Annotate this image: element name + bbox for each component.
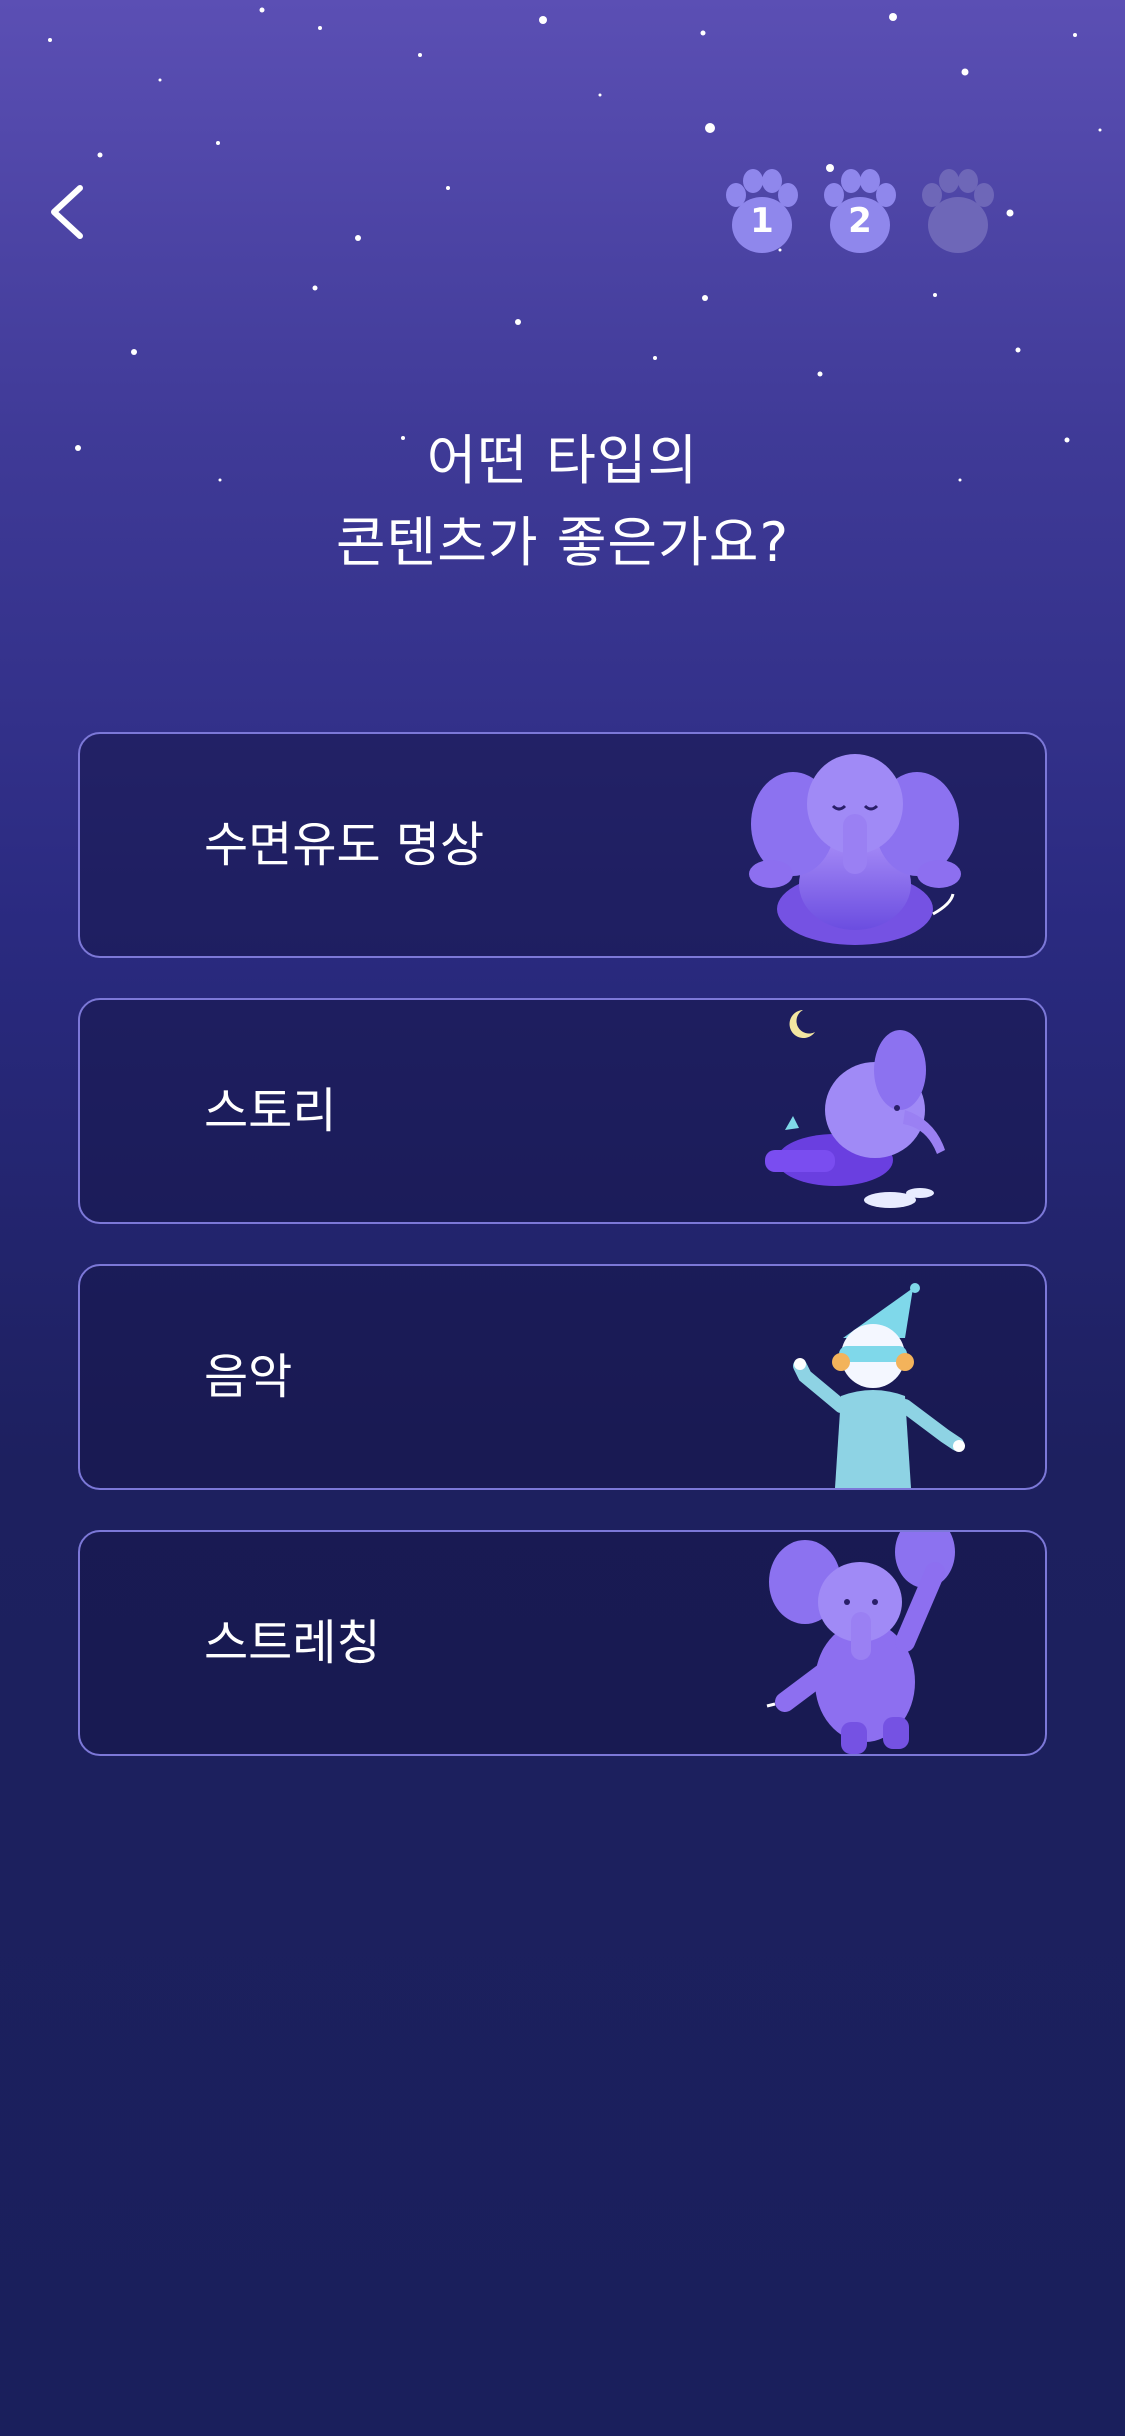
option-label: 스토리 <box>204 1083 337 1139</box>
option-label: 수면유도 명상 <box>204 817 485 873</box>
chevron-left-icon <box>51 185 83 239</box>
question-title: 어떤 타입의 콘텐츠가 좋은가요? <box>0 420 1125 584</box>
option-meditation[interactable]: 수면유도 명상 <box>78 732 1047 958</box>
progress-step-2: 2 <box>818 165 908 265</box>
stretching-elephant-illustration <box>766 1532 955 1754</box>
meditating-elephant-illustration <box>749 754 961 945</box>
progress-step-number: 2 <box>848 201 872 241</box>
content-type-options: 수면유도 명상 스토리 음악 스트레칭 <box>78 732 1047 1796</box>
option-story[interactable]: 스토리 <box>78 998 1047 1224</box>
progress-indicator: 1 2 <box>720 165 1010 265</box>
option-label: 스트레칭 <box>204 1615 381 1671</box>
option-stretching[interactable]: 스트레칭 <box>78 1530 1047 1756</box>
progress-step-number: 1 <box>750 201 774 241</box>
progress-step-1: 1 <box>720 165 810 265</box>
paw-icon <box>922 169 994 253</box>
sleeping-character-nightcap-illustration <box>793 1283 965 1488</box>
flying-elephant-moon-illustration <box>765 1010 945 1208</box>
option-music[interactable]: 음악 <box>78 1264 1047 1490</box>
question-line-2: 콘텐츠가 좋은가요? <box>335 511 790 574</box>
progress-step-3 <box>916 165 1006 265</box>
back-button[interactable] <box>40 180 104 244</box>
question-line-1: 어떤 타입의 <box>426 429 699 492</box>
option-label: 음악 <box>204 1349 293 1405</box>
